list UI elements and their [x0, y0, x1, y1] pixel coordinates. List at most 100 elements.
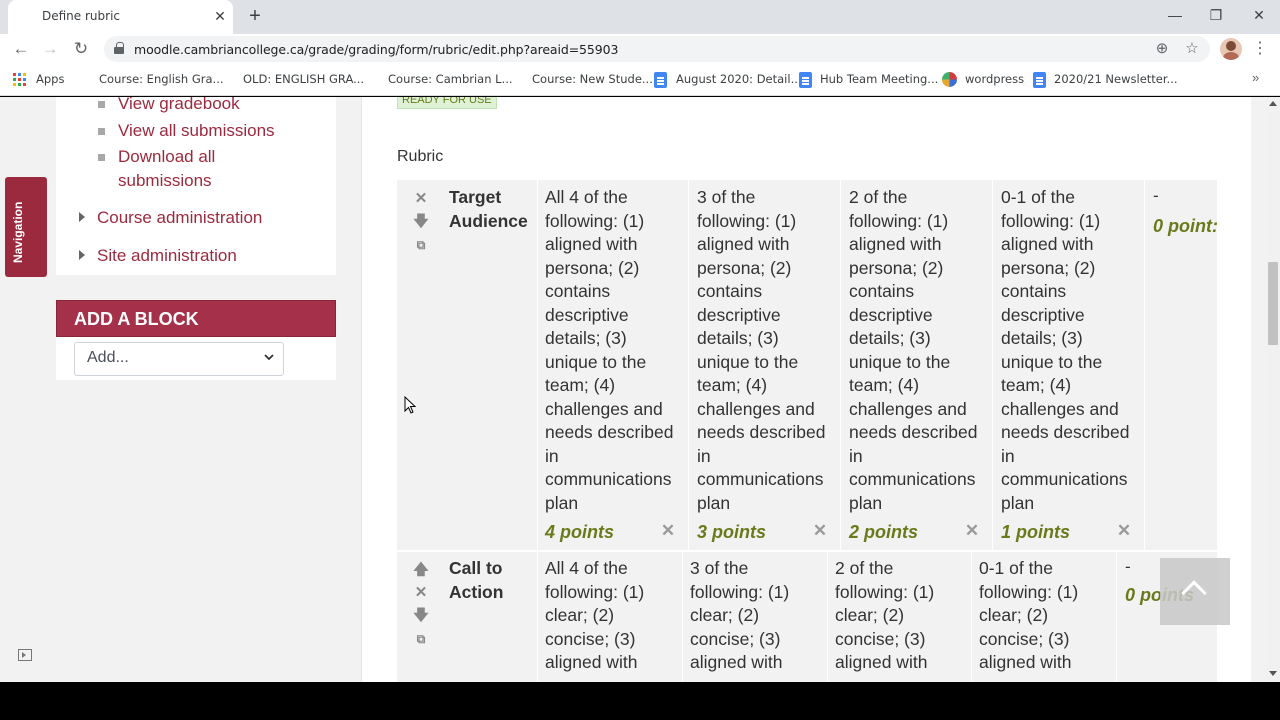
- delete-criterion-icon[interactable]: ✕: [413, 585, 429, 601]
- level-definition[interactable]: 2 of the following: (1) aligned with person…: [849, 186, 977, 515]
- list-bullet-icon: [98, 128, 105, 135]
- new-level-points[interactable]: 0 point:: [1153, 216, 1218, 237]
- level-definition-line: concise; (3): [835, 628, 926, 649]
- page-scrollbar[interactable]: [1266, 97, 1280, 682]
- back-icon[interactable]: ←: [10, 38, 32, 60]
- column-divider: [1116, 552, 1117, 682]
- level-points[interactable]: 3 points: [697, 522, 766, 543]
- caret-right-icon[interactable]: [79, 212, 85, 222]
- minimize-icon[interactable]: —: [1162, 5, 1188, 25]
- delete-level-icon[interactable]: ✕: [812, 521, 828, 541]
- bookmark-course-english[interactable]: Course: English Gra...: [99, 72, 224, 86]
- level-definition-line: needs described: [1001, 422, 1130, 442]
- level-points[interactable]: 4 points: [545, 522, 614, 543]
- bookmark-apps[interactable]: Apps: [36, 72, 64, 86]
- bookmark-old-english[interactable]: OLD: ENGLISH GRA...: [243, 72, 364, 86]
- dock-toggle-icon[interactable]: [18, 649, 32, 661]
- move-down-icon[interactable]: 🡇: [413, 608, 429, 624]
- back-to-top-button[interactable]: [1160, 558, 1230, 625]
- level-definition-line: communications: [1001, 469, 1128, 489]
- level-definition[interactable]: All 4 of the following: (1) aligned with pe…: [545, 186, 673, 515]
- browser-tab[interactable]: Define rubric ✕: [8, 0, 233, 34]
- column-divider: [537, 552, 538, 682]
- level-definition[interactable]: 3 of the following: (1) clear; (2) concise;…: [690, 557, 789, 675]
- level-definition-line: 0-1 of the: [1001, 187, 1075, 207]
- bookmark-course-new-student[interactable]: Course: New Stude...: [532, 72, 653, 86]
- level-definition-line: following: (1): [849, 210, 949, 231]
- level-definition[interactable]: 3 of the following: (1) aligned with person…: [697, 186, 825, 515]
- level-definition-line: following: (1): [979, 581, 1079, 602]
- level-definition-line: descriptive: [1001, 304, 1085, 325]
- scrollbar-thumb[interactable]: [1268, 262, 1278, 345]
- level-definition-line: clear; (2): [690, 605, 760, 625]
- close-window-icon[interactable]: ✕: [1246, 5, 1272, 25]
- move-down-icon[interactable]: 🡇: [413, 214, 429, 230]
- zoom-icon[interactable]: ⊕: [1152, 39, 1172, 59]
- level-definition-line: persona; (2): [545, 257, 640, 278]
- criterion-row: 🡅 ✕ 🡇 ⧉ Call to Action All 4 of the follo…: [397, 552, 1217, 682]
- scroll-down-arrow-icon[interactable]: [1269, 671, 1277, 676]
- level-definition-line: following: (1): [697, 210, 797, 231]
- criterion-name[interactable]: Call to Action: [449, 557, 503, 604]
- mouse-cursor-icon: [404, 396, 416, 414]
- address-bar[interactable]: moodle.cambriancollege.ca/grade/grading/…: [104, 36, 1210, 62]
- column-divider: [992, 180, 993, 550]
- bookmark-star-icon[interactable]: ☆: [1182, 39, 1202, 59]
- level-definition-line: aligned with: [835, 652, 928, 672]
- site-administration-node[interactable]: Site administration: [97, 246, 237, 266]
- level-definition[interactable]: 0-1 of the following: (1) aligned with pers…: [1001, 186, 1129, 515]
- download-all-submissions-link-line2[interactable]: submissions: [118, 169, 212, 193]
- level-definition-line: persona; (2): [697, 257, 792, 278]
- scroll-up-arrow-icon[interactable]: [1269, 101, 1277, 106]
- download-all-submissions-link[interactable]: Download all: [118, 145, 215, 169]
- criterion-name[interactable]: Target Audience: [449, 186, 528, 233]
- view-gradebook-link[interactable]: View gradebook: [118, 97, 240, 116]
- navigation-drawer-toggle[interactable]: Navigation: [5, 177, 47, 277]
- level-definition-line: aligned with: [849, 234, 942, 254]
- level-definition-line: following: (1): [1001, 210, 1101, 231]
- add-block-select[interactable]: Add...: [74, 342, 284, 376]
- duplicate-icon[interactable]: ⧉: [413, 631, 429, 647]
- browser-menu-icon[interactable]: ⋮: [1252, 38, 1268, 60]
- level-definition-line: plan: [849, 492, 883, 513]
- delete-level-icon[interactable]: ✕: [1116, 521, 1132, 541]
- reload-icon[interactable]: ↻: [70, 38, 92, 60]
- bookmark-august-2020[interactable]: August 2020: Detail...: [676, 72, 802, 86]
- course-administration-node[interactable]: Course administration: [97, 208, 262, 228]
- delete-level-icon[interactable]: ✕: [660, 521, 676, 541]
- bookmark-course-cambrian[interactable]: Course: Cambrian L...: [388, 72, 513, 86]
- level-points[interactable]: 1 points: [1001, 522, 1070, 543]
- bookmark-newsletter[interactable]: 2020/21 Newsletter...: [1054, 72, 1178, 86]
- delete-criterion-icon[interactable]: ✕: [413, 191, 429, 207]
- bookmarks-bar: Apps Course: English Gra... OLD: ENGLISH…: [0, 64, 1280, 96]
- level-definition-line: challenges and: [545, 398, 663, 419]
- column-divider: [827, 552, 828, 682]
- level-definition[interactable]: 0-1 of the following: (1) clear; (2) concis…: [979, 557, 1078, 675]
- delete-level-icon[interactable]: ✕: [964, 521, 980, 541]
- close-tab-icon[interactable]: ✕: [211, 7, 229, 25]
- restore-icon[interactable]: ❐: [1203, 5, 1229, 25]
- column-divider: [971, 552, 972, 682]
- profile-avatar[interactable]: [1220, 38, 1242, 60]
- new-tab-icon[interactable]: +: [244, 5, 266, 27]
- level-definition[interactable]: All 4 of the following: (1) clear; (2) conc…: [545, 557, 644, 675]
- level-definition-line: needs described: [849, 422, 978, 442]
- caret-right-icon[interactable]: [79, 250, 85, 260]
- level-definition-line: communications: [545, 469, 672, 489]
- list-bullet-icon: [98, 154, 105, 161]
- level-definition-line: following: (1): [545, 210, 645, 231]
- bookmark-hub-team[interactable]: Hub Team Meeting...: [820, 72, 938, 86]
- apps-grid-icon: [13, 73, 27, 87]
- more-bookmarks-icon[interactable]: »: [1252, 70, 1259, 85]
- google-doc-icon: [799, 72, 812, 88]
- bookmark-wordpress[interactable]: wordpress: [965, 72, 1024, 86]
- view-all-submissions-link[interactable]: View all submissions: [118, 119, 275, 143]
- level-definition[interactable]: 2 of the following: (1) clear; (2) concise;…: [835, 557, 934, 675]
- duplicate-icon[interactable]: ⧉: [413, 237, 429, 253]
- google-doc-icon: [654, 72, 667, 88]
- move-up-icon[interactable]: 🡅: [413, 562, 429, 578]
- level-definition-line: concise; (3): [979, 628, 1070, 649]
- level-definition-line: descriptive: [545, 304, 629, 325]
- level-definition-line: team; (4): [697, 375, 768, 395]
- level-points[interactable]: 2 points: [849, 522, 918, 543]
